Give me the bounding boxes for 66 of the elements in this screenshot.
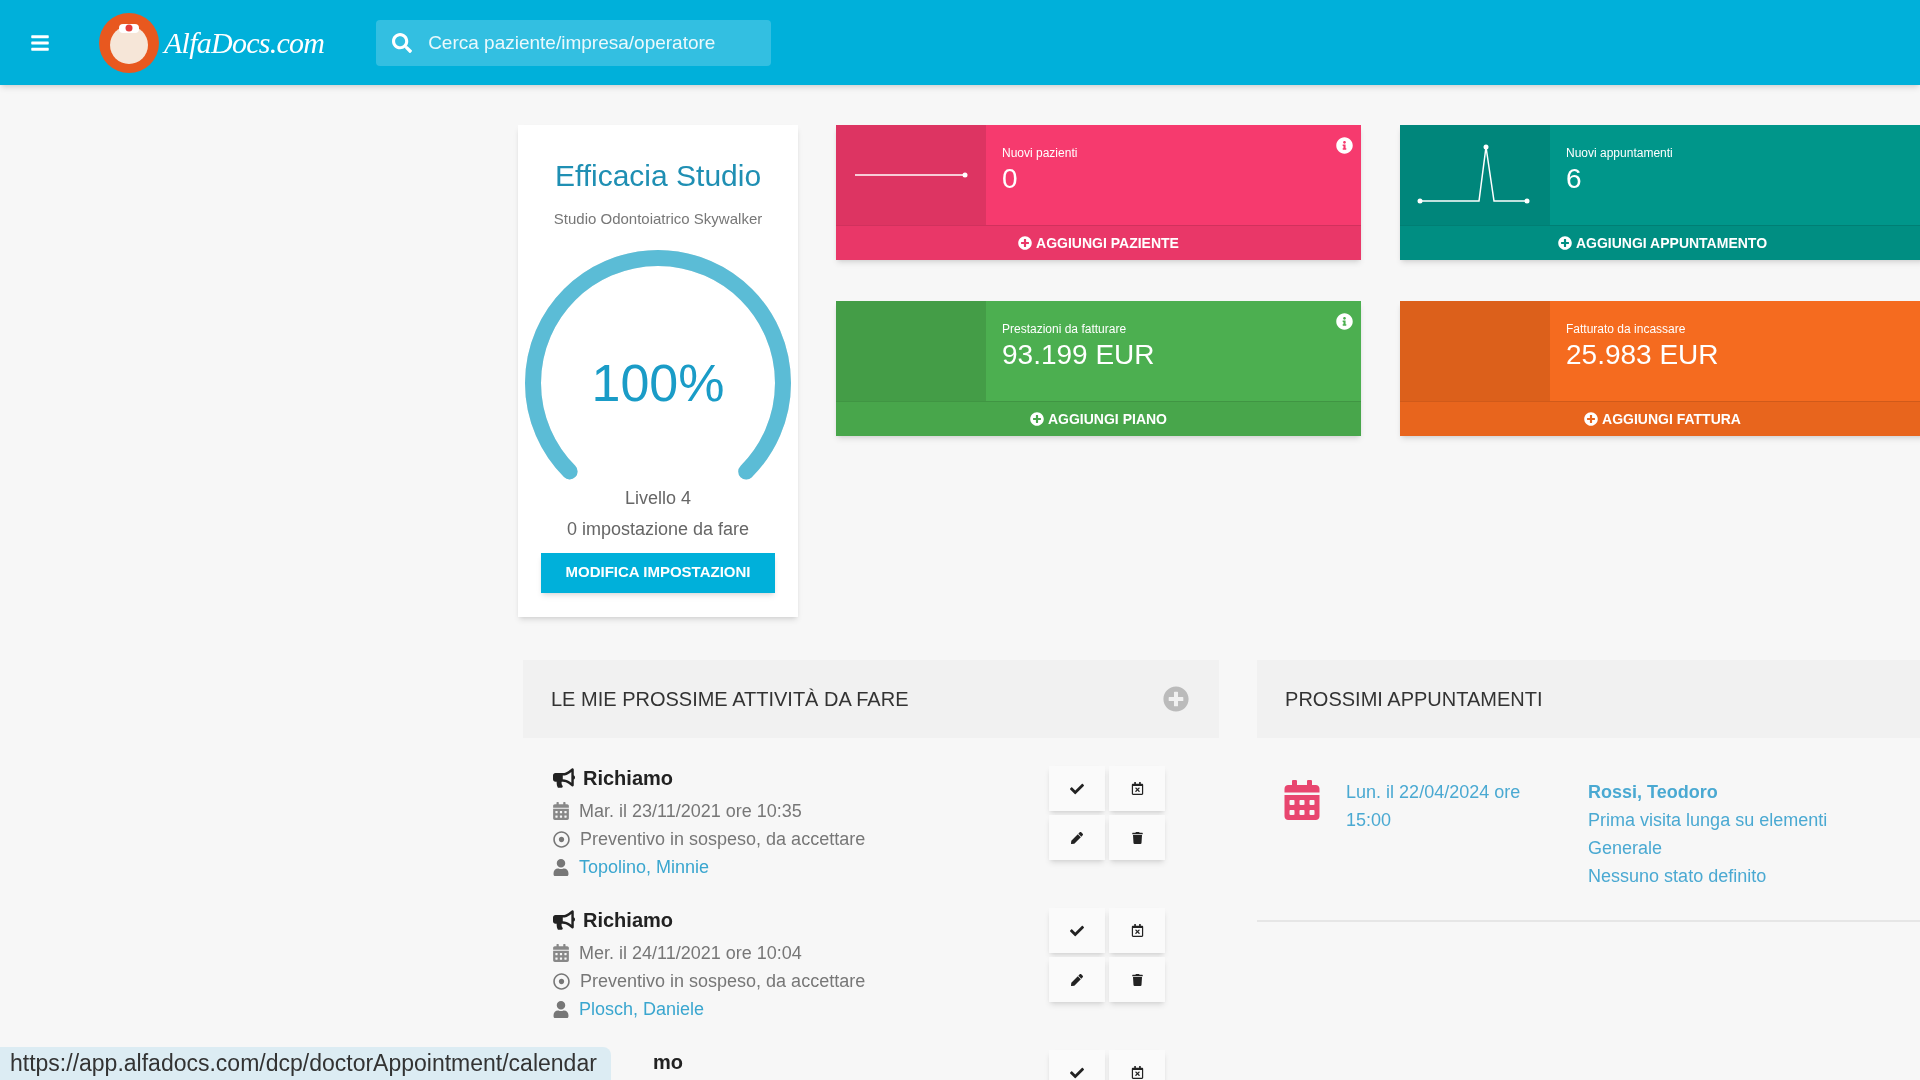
info-icon[interactable] xyxy=(1336,313,1353,330)
task-status: Preventivo in sospeso, da accettare xyxy=(580,828,866,851)
search-icon xyxy=(392,32,413,53)
check-icon xyxy=(1070,781,1085,796)
target-icon xyxy=(553,830,570,848)
postpone-button[interactable] xyxy=(1109,766,1166,811)
user-icon xyxy=(553,858,569,876)
info-icon[interactable] xyxy=(1336,137,1353,154)
add-action-button[interactable]: AGGIUNGI PAZIENTE xyxy=(836,225,1361,260)
pending-text: 0 impostazione da fare xyxy=(566,517,750,541)
edit-button[interactable] xyxy=(1049,815,1106,860)
stat-value: 0 xyxy=(1002,162,1019,196)
postpone-button[interactable] xyxy=(1109,908,1166,953)
trash-icon xyxy=(1131,831,1143,844)
appointment-detail: Nessuno stato definito xyxy=(1588,865,1768,888)
logo[interactable]: AlfaDocs.com xyxy=(164,20,325,65)
task-title: Richiamo xyxy=(583,908,674,932)
calendar-icon xyxy=(553,802,569,820)
trash-icon xyxy=(1131,973,1143,986)
card-title: Efficacia Studio xyxy=(554,158,762,194)
pencil-icon xyxy=(1071,973,1084,986)
task-date: Mar. il 23/11/2021 ore 10:35 xyxy=(579,800,802,823)
task-status: Preventivo in sospeso, da accettare xyxy=(580,970,866,993)
delete-button[interactable] xyxy=(1109,815,1166,860)
target-icon xyxy=(553,972,570,990)
add-action-button[interactable]: AGGIUNGI APPUNTAMENTO xyxy=(1400,225,1920,260)
task-title: mo xyxy=(653,1050,683,1074)
appointment-detail: Prima visita lunga su elementi xyxy=(1588,809,1828,832)
megaphone-icon xyxy=(553,768,575,788)
check-icon xyxy=(1070,1065,1085,1080)
calendar-icon xyxy=(1284,780,1321,820)
pencil-icon xyxy=(1071,831,1084,844)
stat-value: 6 xyxy=(1566,162,1583,196)
edit-settings-button[interactable]: MODIFICA IMPOSTAZIONI xyxy=(541,552,775,593)
stat-label: Nuovi pazienti xyxy=(1002,145,1078,161)
patient-link[interactable]: Topolino, Minnie xyxy=(579,855,710,879)
stat-label: Fatturato da incassare xyxy=(1566,321,1687,337)
stat-value: 25.983 EUR xyxy=(1566,338,1719,372)
add-action-button[interactable]: AGGIUNGI FATTURA xyxy=(1400,401,1920,436)
delete-button[interactable] xyxy=(1109,957,1166,1002)
stat-label: Nuovi appuntamenti xyxy=(1566,145,1673,161)
panel-title: LE MIE PROSSIME ATTIVITÀ DA FARE xyxy=(551,687,909,712)
check-icon xyxy=(1070,923,1085,938)
add-action-button[interactable]: AGGIUNGI PIANO xyxy=(836,401,1361,436)
patient-link[interactable]: Rossi, Teodoro xyxy=(1588,778,1828,806)
calendar-icon xyxy=(553,944,569,962)
appointment-date: Lun. il 22/04/2024 ore 15:00 xyxy=(1346,781,1522,832)
calendar-icon xyxy=(1130,782,1144,795)
panel-title: PROSSIMI APPUNTAMENTI xyxy=(1285,687,1543,712)
level-text: Livello 4 xyxy=(624,486,691,510)
edit-button[interactable] xyxy=(1049,957,1106,1002)
patient-link[interactable]: Plosch, Daniele xyxy=(579,997,705,1021)
user-icon xyxy=(553,1000,569,1018)
calendar-icon xyxy=(1130,1066,1144,1079)
menu-icon[interactable] xyxy=(28,32,52,53)
status-bar-url: https://app.alfadocs.com/dcp/doctorAppointment/calendar xyxy=(0,1047,611,1080)
stat-label: Prestazioni da fatturare xyxy=(1002,321,1128,337)
appointment-detail: Generale xyxy=(1588,837,1664,860)
stat-value: 93.199 EUR xyxy=(1002,338,1155,372)
calendar-icon xyxy=(1130,924,1144,937)
gauge-reading: 100% xyxy=(591,352,725,414)
lion-logo-icon xyxy=(98,11,160,74)
task-title: Richiamo xyxy=(583,766,674,790)
megaphone-icon xyxy=(553,910,575,930)
task-date: Mer. il 24/11/2021 ore 10:04 xyxy=(579,942,802,965)
card-subtitle: Studio Odontoiatrico Skywalker xyxy=(553,209,763,229)
